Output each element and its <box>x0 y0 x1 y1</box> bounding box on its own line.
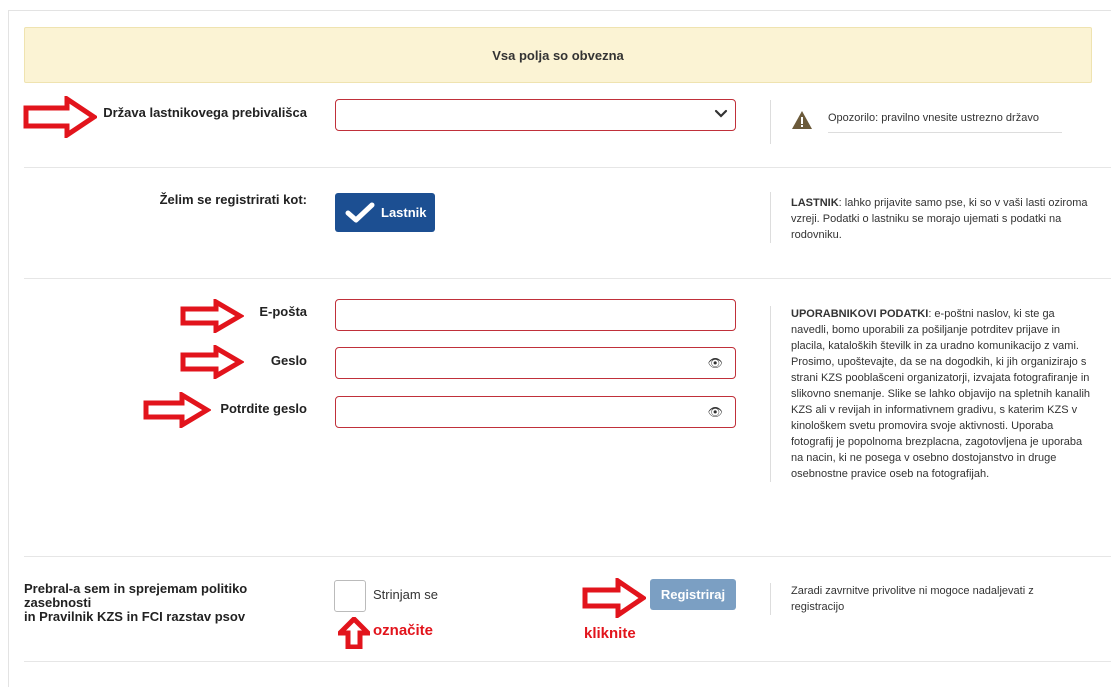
arrow-right-icon <box>23 96 97 138</box>
owner-help-title: LASTNIK <box>791 197 839 209</box>
consent-help: Zaradi zavrnitve privolitve ni mogoce na… <box>770 583 1089 615</box>
arrow-right-icon <box>180 345 244 379</box>
divider <box>24 278 1111 279</box>
divider <box>24 167 1111 168</box>
owner-role-button[interactable]: Lastnik <box>335 193 435 232</box>
consent-label-line2: in Pravilnik KZS in FCI razstav psov <box>24 609 246 624</box>
agree-checkbox[interactable] <box>334 580 366 612</box>
user-help-text-2: Prosimo, upoštevajte, da se na dogodkih,… <box>791 356 1091 480</box>
warning-text: Opozorilo: pravilno vnesite ustrezno drž… <box>828 110 1062 133</box>
warning-icon <box>791 110 813 135</box>
annotation-check: označite <box>373 622 434 639</box>
country-select[interactable] <box>335 99 736 131</box>
confirm-password-field[interactable]: 👁 <box>335 396 736 428</box>
check-icon <box>345 202 375 222</box>
eye-icon[interactable]: 👁 <box>708 405 723 419</box>
email-field[interactable] <box>335 299 736 331</box>
consent-label-line1: Prebral-a sem in sprejemam politiko zase… <box>24 581 248 610</box>
owner-role-label: Lastnik <box>381 205 427 220</box>
user-help-title: UPORABNIKOVI PODATKI <box>791 308 929 320</box>
arrow-right-icon <box>143 392 211 428</box>
owner-help: LASTNIK: lahko prijavite samo pse, ki so… <box>770 192 1089 243</box>
divider <box>24 556 1111 557</box>
user-help: UPORABNIKOVI PODATKI: e-poštni naslov, k… <box>770 306 1091 482</box>
consent-label: Prebral-a sem in sprejemam politiko zase… <box>24 582 264 624</box>
arrow-right-icon <box>582 578 646 618</box>
divider <box>24 661 1111 662</box>
register-as-label: Želim se registrirati kot: <box>159 192 307 207</box>
password-field[interactable]: 👁 <box>335 347 736 379</box>
register-button[interactable]: Registriraj <box>650 579 736 610</box>
country-warning: Opozorilo: pravilno vnesite ustrezno drž… <box>770 100 1091 144</box>
country-label: Država lastnikovega prebivališca <box>103 105 307 120</box>
required-fields-notice: Vsa polja so obvezna <box>24 27 1092 83</box>
arrow-up-icon <box>338 617 370 649</box>
annotation-click: kliknite <box>584 625 636 642</box>
eye-icon[interactable]: 👁 <box>708 356 723 370</box>
notice-text: Vsa polja so obvezna <box>492 47 624 63</box>
agree-label[interactable]: Strinjam se <box>373 587 438 602</box>
chevron-down-icon <box>714 109 728 118</box>
register-button-label: Registriraj <box>660 587 726 602</box>
consent-help-text: Zaradi zavrnitve privolitve ni mogoce na… <box>791 585 1034 613</box>
arrow-right-icon <box>180 299 244 333</box>
